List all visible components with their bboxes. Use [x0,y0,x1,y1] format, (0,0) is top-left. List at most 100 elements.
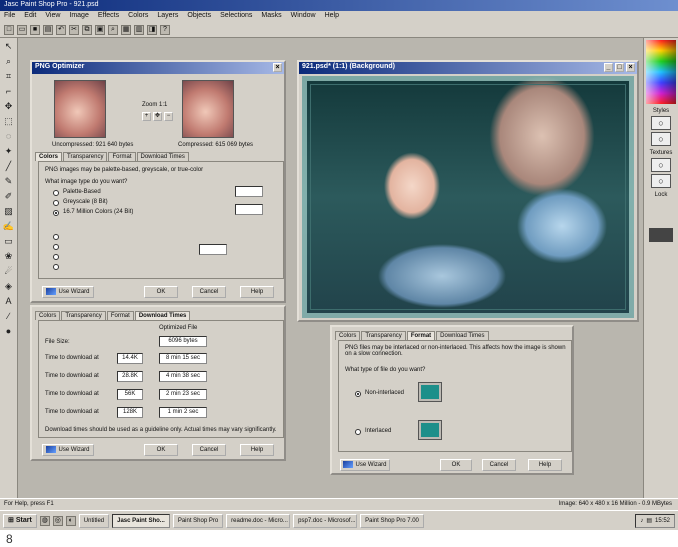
start-button[interactable]: ⊞ Start [3,513,37,528]
taskbar-item[interactable]: Jasc Paint Sho... [112,513,170,528]
dither-field[interactable] [235,204,263,215]
menu-item-file[interactable]: File [4,12,15,19]
tab-format[interactable]: Format [406,331,436,340]
undo-icon[interactable]: ↶ [56,24,66,35]
airbrush-icon[interactable]: ☄ [3,266,15,278]
move-tool-icon[interactable]: ✥ [3,101,15,113]
tab-colors[interactable]: Colors [35,152,63,161]
menu-item-layers[interactable]: Layers [157,12,178,19]
help-icon[interactable]: ? [160,24,170,35]
radio-non-interlaced[interactable] [355,391,361,397]
quick-launch-icon-3[interactable]: ◐ [65,515,76,526]
save-icon[interactable]: ■ [30,24,40,35]
radio-interlaced[interactable] [355,429,361,435]
tab-transparency[interactable]: Transparency [361,331,406,340]
taskbar-item[interactable]: Paint Shop Pro 7.00 [360,513,424,528]
menu-item-view[interactable]: View [45,12,60,19]
preset-shapes-icon[interactable]: ● [3,326,15,338]
menu-item-masks[interactable]: Masks [261,12,281,19]
style-swatch-2[interactable]: ○ [651,132,671,146]
volume-icon[interactable]: ♪ [640,515,643,527]
tab-transparency[interactable]: Transparency [61,311,106,320]
zoom-in-icon[interactable]: + [142,112,151,121]
ok-button[interactable]: OK [440,459,472,471]
open-file-icon[interactable]: ▭ [17,24,27,35]
texture-swatch-2[interactable]: ○ [651,174,671,188]
quick-launch-icon-2[interactable]: ◎ [52,515,63,526]
tab-download-times[interactable]: Download Times [136,152,189,161]
cancel-button[interactable]: Cancel [192,444,226,456]
zoom-icon[interactable]: ⌕ [108,24,118,35]
use-wizard-button[interactable]: Use Wizard [42,444,94,456]
selection-tool-icon[interactable]: ⬚ [3,116,15,128]
tab-download-times[interactable]: Download Times [436,331,489,340]
taskbar-item[interactable]: readme.doc - Micro... [226,513,291,528]
network-icon[interactable]: ▤ [646,515,652,527]
radio-disabled-1[interactable] [53,234,59,240]
flood-fill-icon[interactable]: ◈ [3,281,15,293]
draw-tool-icon[interactable]: ∕ [3,311,15,323]
magic-wand-icon[interactable]: ✦ [3,146,15,158]
cancel-button[interactable]: Cancel [482,459,516,471]
active-colors-icon[interactable] [649,228,673,242]
lock-label[interactable]: Lock [644,192,678,198]
help-button[interactable]: Help [240,444,274,456]
paste-icon[interactable]: ▣ [95,24,105,35]
palette-colors-field[interactable] [235,186,263,197]
retouch-tool-icon[interactable]: ✍ [3,221,15,233]
print-icon[interactable]: ▤ [43,24,53,35]
ok-button[interactable]: OK [144,286,178,298]
color-replacer-icon[interactable]: ▨ [3,206,15,218]
cancel-button[interactable]: Cancel [192,286,226,298]
taskbar-item[interactable]: Untitled [78,513,110,528]
lasso-tool-icon[interactable]: ◌ [3,131,15,143]
maximize-icon[interactable]: □ [615,63,624,72]
radio-24-bit[interactable] [53,210,59,216]
tab-download-times[interactable]: Download Times [134,311,191,320]
arrow-tool-icon[interactable]: ↖ [3,41,15,53]
tab-format[interactable]: Format [106,311,134,320]
tab-colors[interactable]: Colors [35,311,61,320]
eraser-tool-icon[interactable]: ▭ [3,236,15,248]
browse-icon[interactable]: ▦ [121,24,131,35]
menu-item-edit[interactable]: Edit [24,12,36,19]
radio-palette-based[interactable] [53,190,59,196]
radio-disabled-4[interactable] [53,264,59,270]
layers-icon[interactable]: ▥ [134,24,144,35]
new-file-icon[interactable]: □ [4,24,14,35]
ok-button[interactable]: OK [144,444,178,456]
color-spectrum[interactable] [646,40,676,104]
clone-brush-icon[interactable]: ✐ [3,191,15,203]
tab-format[interactable]: Format [108,152,136,161]
menu-item-window[interactable]: Window [291,12,316,19]
tab-transparency[interactable]: Transparency [63,152,108,161]
menu-item-colors[interactable]: Colors [128,12,148,19]
pan-icon[interactable]: ✥ [153,112,162,121]
use-wizard-button[interactable]: Use Wizard [42,286,94,298]
radio-greyscale[interactable] [53,200,59,206]
radio-disabled-3[interactable] [53,254,59,260]
menu-item-selections[interactable]: Selections [220,12,252,19]
taskbar-item[interactable]: Paint Shop Pro [172,513,224,528]
copy-icon[interactable]: ⧉ [82,24,92,35]
tab-colors[interactable]: Colors [335,331,361,340]
use-wizard-button[interactable]: Use Wizard [340,459,390,471]
zoom-out-icon[interactable]: − [164,112,173,121]
dropper-tool-icon[interactable]: ╱ [3,161,15,173]
palette-toggle-icon[interactable]: ◨ [147,24,157,35]
zoom-tool-icon[interactable]: ⌕ [3,56,15,68]
text-tool-icon[interactable]: A [3,296,15,308]
style-swatch[interactable]: ○ [651,116,671,130]
help-button[interactable]: Help [528,459,562,471]
colors-count-field[interactable] [199,244,227,255]
menu-item-objects[interactable]: Objects [187,12,211,19]
menu-item-effects[interactable]: Effects [98,12,119,19]
texture-swatch[interactable]: ○ [651,158,671,172]
quick-launch-icon[interactable]: ◍ [39,515,50,526]
crop-tool-icon[interactable]: ⌐ [3,86,15,98]
radio-disabled-2[interactable] [53,244,59,250]
clock[interactable]: 15:52 [655,515,670,527]
uncompressed-preview[interactable] [54,80,106,138]
close-icon[interactable]: × [273,63,282,72]
close-icon[interactable]: × [626,63,635,72]
